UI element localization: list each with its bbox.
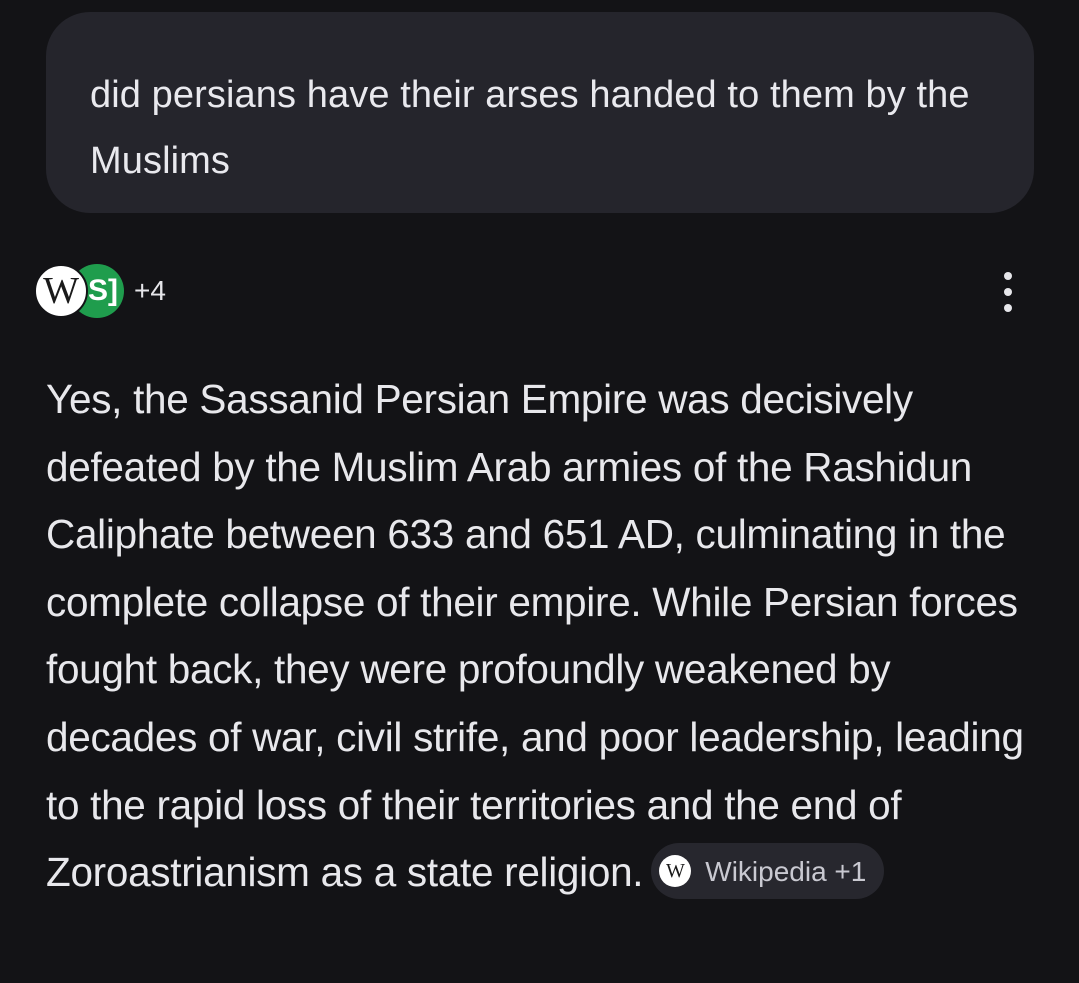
citation-chip-label: Wikipedia +1 <box>705 855 867 887</box>
more-options-icon[interactable] <box>990 272 1026 312</box>
chip-glyph: W <box>665 859 685 882</box>
kebab-dot <box>1004 304 1012 312</box>
citation-chip[interactable]: W Wikipedia +1 <box>651 843 885 900</box>
s-source-glyph: S] <box>88 274 118 307</box>
sources-row[interactable]: W S] +4 <box>34 262 166 320</box>
kebab-dot <box>1004 272 1012 280</box>
user-message-bubble: did persians have their arses handed to … <box>46 12 1034 213</box>
wikipedia-glyph: W <box>43 270 79 312</box>
user-message-text: did persians have their arses handed to … <box>90 74 970 182</box>
answer-text-block: Yes, the Sassanid Persian Empire was dec… <box>46 366 1026 907</box>
more-sources-count[interactable]: +4 <box>134 275 166 307</box>
wikipedia-icon: W <box>659 855 692 888</box>
kebab-dot <box>1004 288 1012 296</box>
wikipedia-icon[interactable]: W <box>34 264 88 318</box>
answer-text: Yes, the Sassanid Persian Empire was dec… <box>46 376 1024 896</box>
